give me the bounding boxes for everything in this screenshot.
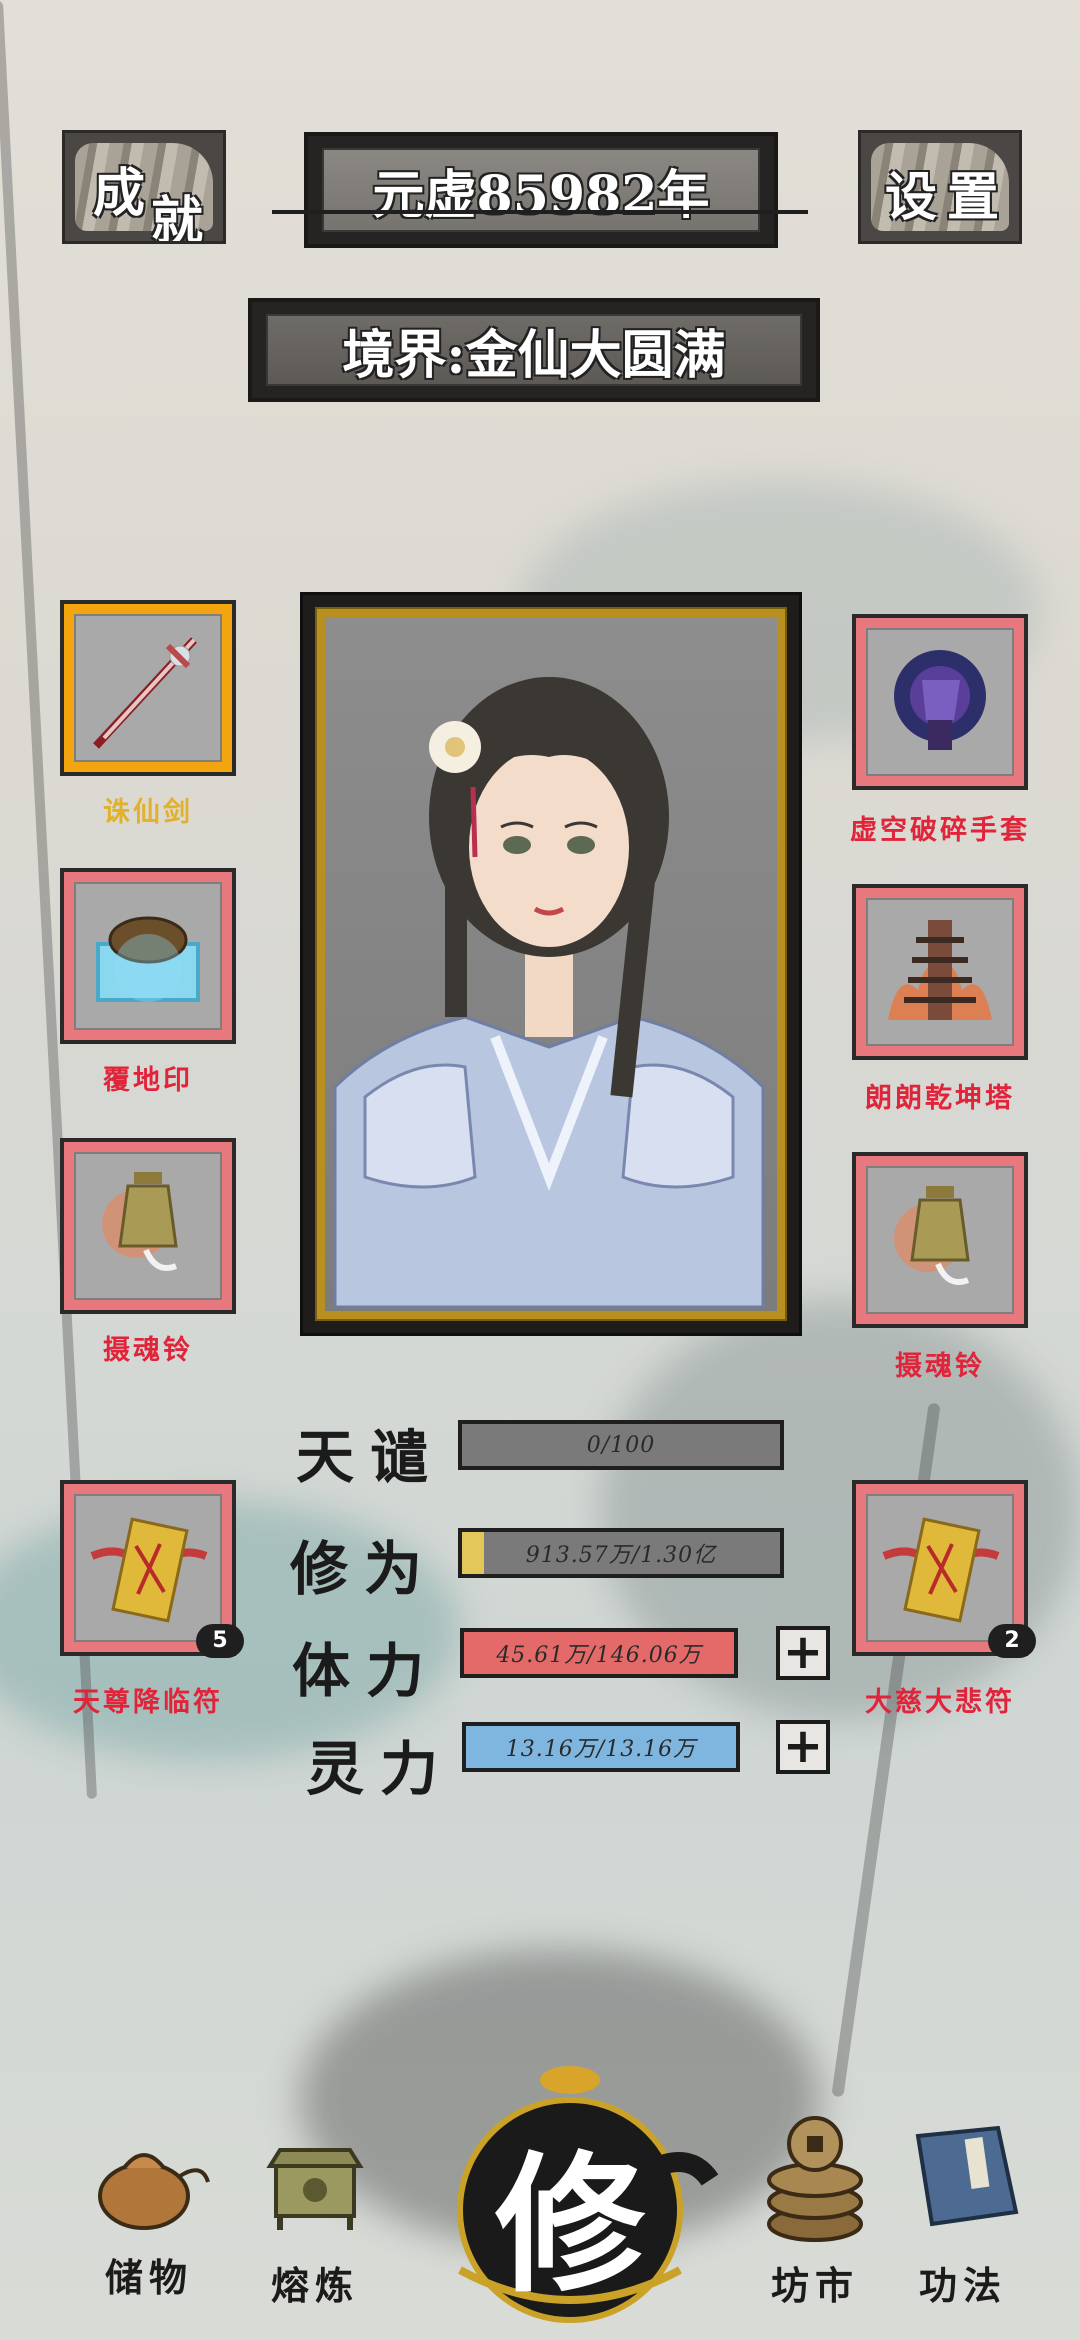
item-count-badge: 2 xyxy=(988,1624,1036,1658)
equip-label: 大慈大悲符 xyxy=(865,1687,1015,1718)
stamina-bar: 45.61万/146.06万 xyxy=(460,1628,738,1678)
bar-value: 913.57万/1.30亿 xyxy=(525,1543,717,1568)
equip-label: 虚空破碎手套 xyxy=(850,815,1030,846)
nav-refine[interactable]: 熔炼 xyxy=(240,2110,390,2310)
achievements-button[interactable]: 成 就 xyxy=(62,130,226,244)
equip-slot-glove[interactable] xyxy=(852,614,1028,790)
nav-cultivate[interactable]: 修 xyxy=(420,2060,720,2330)
year-text: 元虚85982年 xyxy=(322,148,760,232)
achievements-label: 就 xyxy=(151,191,204,244)
realm-text: 境界:金仙大圆满 xyxy=(266,314,802,386)
character-portrait-frame[interactable] xyxy=(300,592,802,1336)
stat-label-punishment: 天谴 xyxy=(296,1423,445,1491)
bell-icon xyxy=(894,1186,970,1285)
stat-label-spirit: 灵力 xyxy=(306,1735,455,1803)
achievements-label: 成 xyxy=(93,163,146,224)
equip-slot-sword[interactable] xyxy=(60,600,236,776)
spirit-bar: 13.16万/13.16万 xyxy=(462,1722,740,1772)
cultivation-bar: 913.57万/1.30亿 xyxy=(458,1528,784,1578)
equip-label: 摄魂铃 xyxy=(895,1351,985,1382)
equip-label: 摄魂铃 xyxy=(103,1335,193,1366)
nav-techniques[interactable]: 功法 xyxy=(888,2110,1038,2310)
equip-slot-pagoda[interactable] xyxy=(852,884,1028,1060)
cauldron-icon xyxy=(266,2148,364,2230)
book-icon xyxy=(915,2125,1019,2227)
cultivate-label: 修 xyxy=(494,2137,645,2313)
punishment-bar: 0/100 xyxy=(458,1420,784,1470)
equip-label: 覆地印 xyxy=(103,1065,193,1096)
bar-value: 0/100 xyxy=(586,1432,656,1458)
equip-slot-bell-left[interactable] xyxy=(60,1138,236,1314)
equip-slot-bell-right[interactable] xyxy=(852,1152,1028,1328)
sword-icon xyxy=(93,637,197,749)
equip-slot-seal[interactable] xyxy=(60,868,236,1044)
nav-label: 储物 xyxy=(104,2255,193,2300)
nav-label: 坊市 xyxy=(770,2263,859,2308)
bar-value: 13.16万/13.16万 xyxy=(505,1737,697,1762)
nav-label: 功法 xyxy=(918,2263,1007,2308)
spirit-plus-button[interactable]: + xyxy=(776,1720,830,1774)
realm-plaque: 境界:金仙大圆满 xyxy=(248,298,820,402)
turtle-seal-icon xyxy=(96,916,200,1002)
stamina-plus-button[interactable]: + xyxy=(776,1626,830,1680)
equip-slot-talisman-left[interactable]: 5 xyxy=(60,1480,244,1658)
stat-label-cultivation: 修为 xyxy=(290,1535,439,1603)
nav-label: 熔炼 xyxy=(270,2263,359,2308)
bar-value: 45.61万/146.06万 xyxy=(496,1643,702,1668)
nav-storage[interactable]: 储物 xyxy=(74,2102,224,2302)
equip-label: 天尊降临符 xyxy=(73,1687,223,1718)
settings-button[interactable]: 设置 xyxy=(858,130,1022,244)
year-plaque: 元虚85982年 xyxy=(304,132,778,248)
equip-label: 诛仙剑 xyxy=(103,797,193,828)
character-portrait xyxy=(333,677,765,1309)
pouch-icon xyxy=(98,2153,210,2230)
item-count-badge: 5 xyxy=(196,1624,244,1658)
nav-market[interactable]: 坊市 xyxy=(740,2110,890,2310)
equip-label: 朗朗乾坤塔 xyxy=(865,1083,1015,1114)
plaque-rail xyxy=(272,210,808,214)
pagoda-icon xyxy=(888,920,992,1020)
coins-icon xyxy=(767,2116,863,2242)
talisman-icon xyxy=(90,1517,208,1623)
glove-icon xyxy=(894,650,986,750)
talisman-icon xyxy=(882,1517,1000,1623)
equip-slot-talisman-right[interactable]: 2 xyxy=(852,1480,1036,1658)
settings-label: 设置 xyxy=(885,167,1010,228)
stat-label-stamina: 体力 xyxy=(292,1637,441,1705)
bell-icon xyxy=(102,1172,178,1271)
